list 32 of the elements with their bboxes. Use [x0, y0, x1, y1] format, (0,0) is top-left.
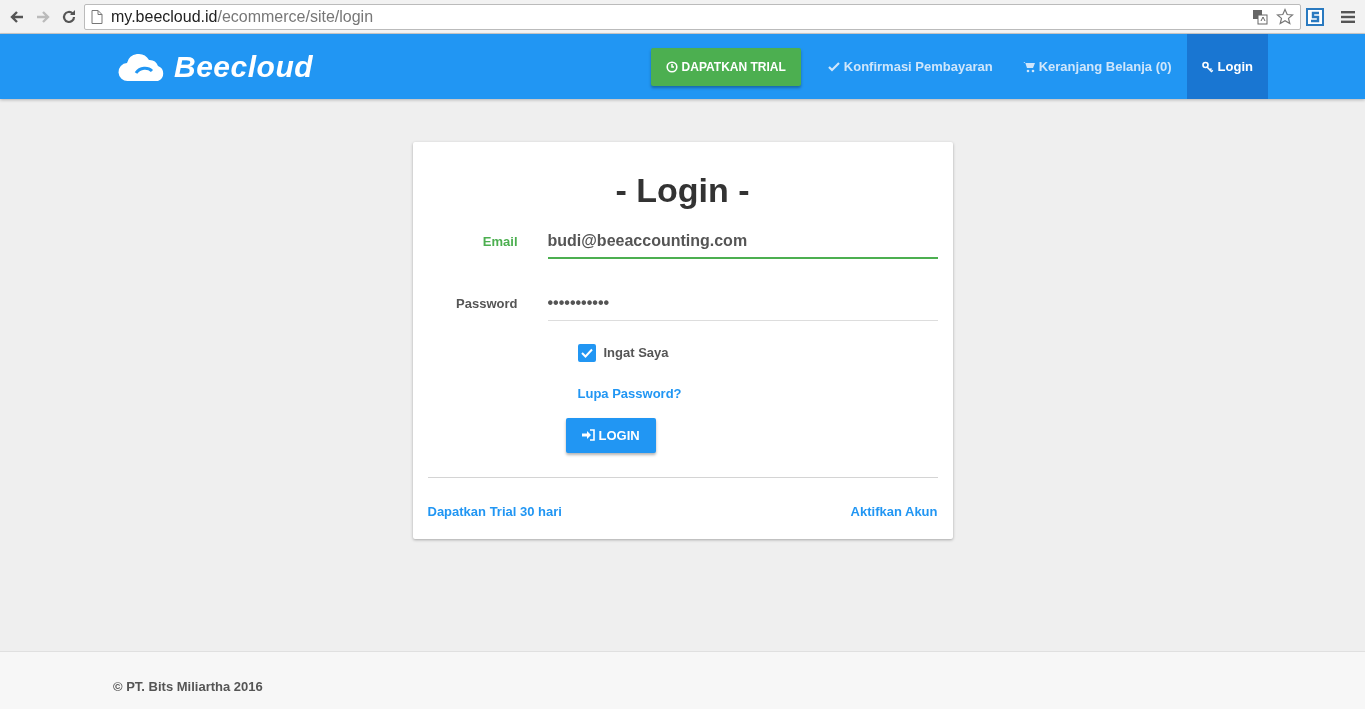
card-footer-link[interactable]: Dapatkan Trial 30 hari [427, 501, 562, 522]
field-label: Email [481, 233, 519, 252]
login-title: - Login - [614, 170, 751, 211]
cart-icon [1022, 60, 1035, 73]
key-icon [1201, 60, 1214, 73]
brand-logo[interactable]: Beecloud [118, 44, 314, 89]
page-icon [91, 9, 103, 24]
password-field[interactable]: ••••••••••• [547, 286, 938, 321]
forgot-password-link[interactable]: Lupa Password? [577, 386, 682, 402]
address-bar[interactable]: my.beecloud.id/ecommerce/site/login [84, 3, 1301, 30]
sign-in-icon [581, 429, 595, 442]
copyright-text: © PT. Bits Miliartha 2016 [113, 679, 263, 694]
star-icon[interactable] [1276, 7, 1294, 26]
field-label: Password [455, 295, 519, 314]
back-arrow-icon [9, 8, 25, 25]
card-footer-link[interactable]: Aktifkan Akun [850, 501, 938, 522]
reload-icon [61, 8, 77, 25]
check-icon [827, 60, 840, 73]
email-field[interactable]: budi@beeaccounting.com [547, 224, 938, 259]
menu-icon [1341, 10, 1355, 23]
nav-link[interactable]: Login [1186, 34, 1268, 99]
remember-checkbox[interactable] [577, 343, 596, 362]
remember-label: Ingat Saya [603, 343, 669, 362]
nav-link[interactable]: Keranjang Belanja (0) [1007, 34, 1187, 99]
url-text: my.beecloud.id/ecommerce/site/login [111, 6, 375, 27]
checkmark-icon [580, 347, 593, 358]
trial-button[interactable]: DAPATKAN TRIAL [650, 47, 801, 86]
clock-icon [665, 60, 678, 73]
nav-link[interactable]: Konfirmasi Pembayaran [812, 34, 1008, 99]
extension-icon[interactable] [1305, 6, 1325, 27]
translate-icon[interactable] [1252, 8, 1268, 25]
login-button[interactable]: LOGIN [565, 417, 656, 453]
